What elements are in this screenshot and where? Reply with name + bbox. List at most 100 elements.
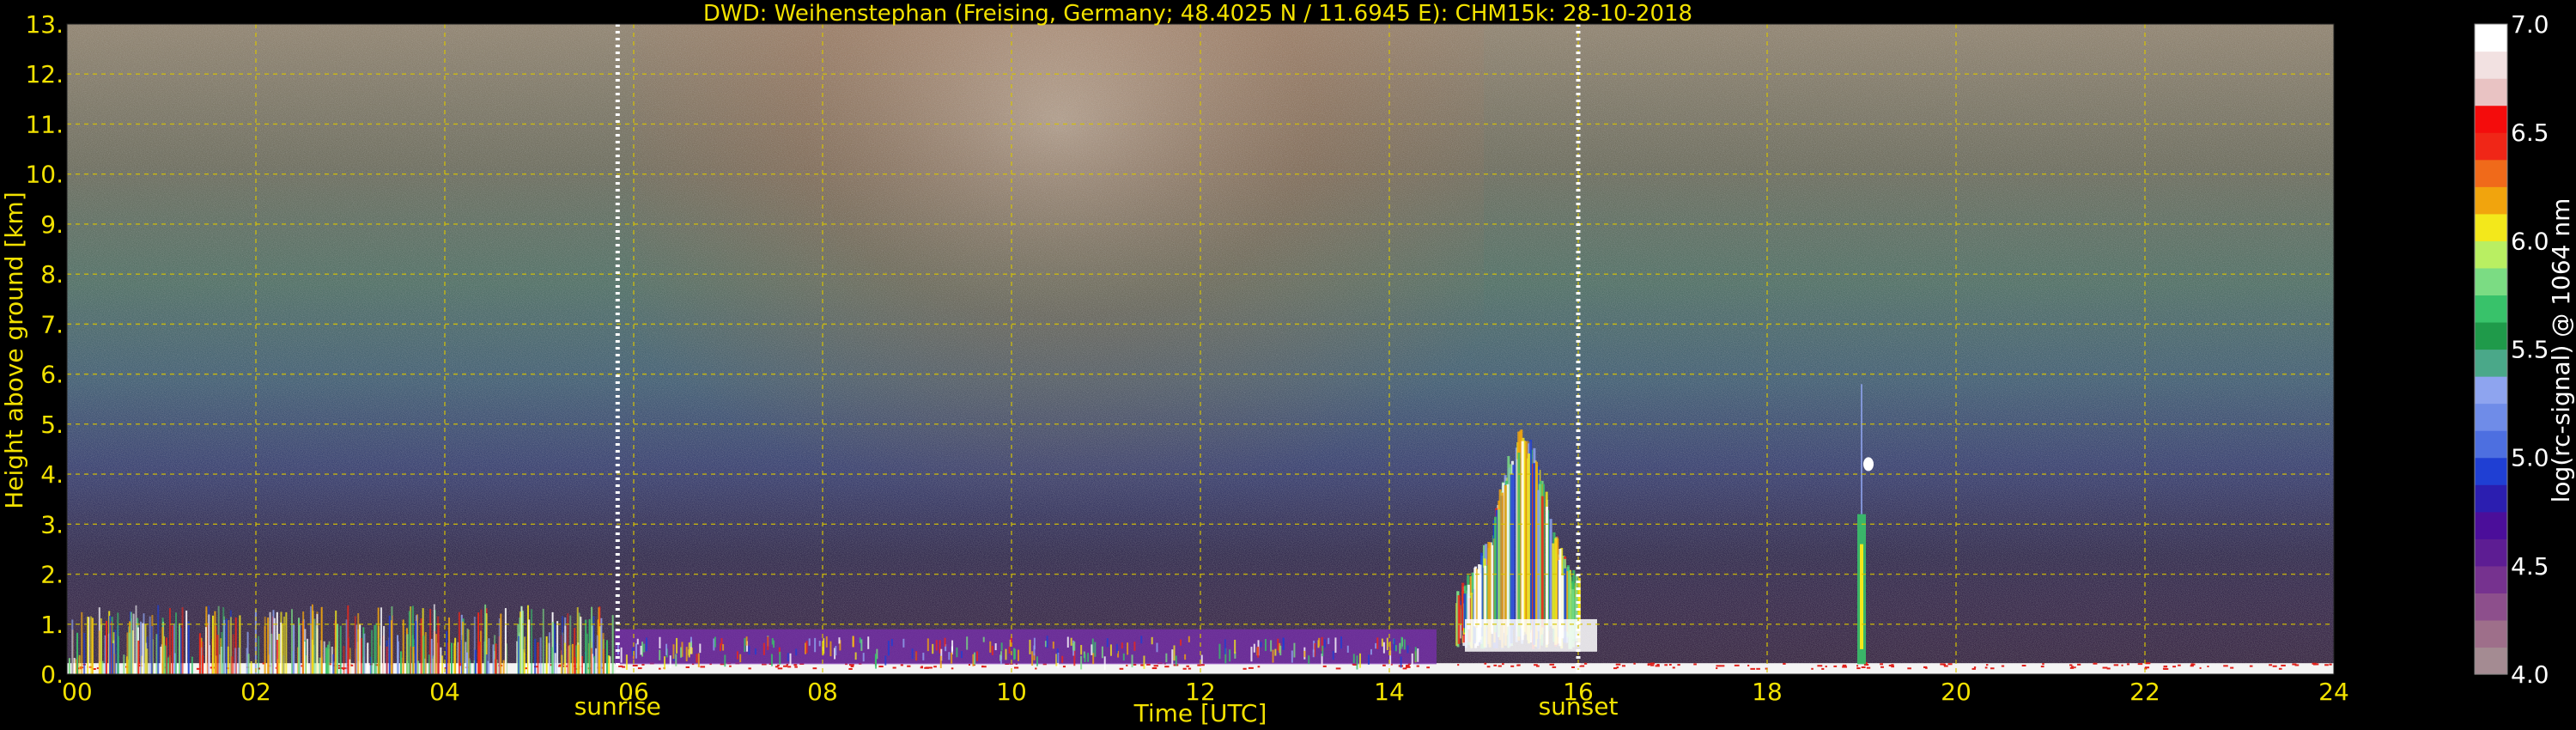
y-tick-label: 3. <box>40 510 64 538</box>
colorbar-segment <box>2475 159 2507 187</box>
residual-layer-streak <box>1109 644 1112 656</box>
residual-layer-streak <box>640 645 642 655</box>
surface-speckle <box>1656 663 1660 666</box>
surface-speckle <box>900 664 903 666</box>
surface-speckle <box>920 666 923 668</box>
surface-speckle <box>1035 667 1037 670</box>
residual-layer-streak <box>1188 636 1190 642</box>
cloud-streak <box>1510 474 1513 644</box>
boundary-layer-streak <box>374 624 376 674</box>
surface-speckle <box>2292 663 2297 666</box>
boundary-layer-streak <box>474 649 477 674</box>
x-tick-label: 10 <box>996 678 1027 706</box>
boundary-layer-streak <box>433 604 435 674</box>
residual-layer-streak <box>1091 644 1093 655</box>
surface-speckle <box>2042 663 2044 666</box>
residual-layer-streak <box>779 651 781 665</box>
residual-layer-streak <box>911 648 914 660</box>
surface-speckle <box>1013 666 1019 669</box>
boundary-layer-streak <box>290 609 293 674</box>
residual-layer-streak <box>1171 649 1174 665</box>
surface-speckle <box>951 667 954 670</box>
residual-layer-streak <box>714 636 716 648</box>
residual-layer-streak <box>1340 636 1343 649</box>
residual-layer-streak <box>739 654 742 663</box>
residual-layer-streak <box>1308 655 1310 665</box>
residual-layer-streak <box>620 647 623 663</box>
surface-speckle <box>1842 664 1847 666</box>
boundary-layer-streak <box>293 624 295 674</box>
residual-layer-streak <box>675 654 677 666</box>
boundary-layer-streak <box>164 645 167 674</box>
residual-layer-streak <box>860 639 863 651</box>
residual-layer-streak <box>690 647 693 654</box>
residual-layer-streak <box>770 654 773 666</box>
boundary-layer-streak <box>325 647 328 674</box>
colorbar-segment <box>2475 430 2507 459</box>
surface-speckle <box>1062 666 1066 668</box>
boundary-layer-streak <box>390 620 392 674</box>
cloud-streak <box>1521 441 1524 641</box>
residual-layer-streak <box>688 649 690 656</box>
surface-speckle <box>848 667 853 670</box>
surface-speckle <box>925 666 929 669</box>
residual-layer-streak <box>982 636 985 642</box>
surface-speckle <box>1615 663 1621 666</box>
boundary-layer-streak <box>258 636 260 674</box>
boundary-layer-streak <box>179 623 181 674</box>
surface-speckle <box>981 665 984 667</box>
cloud-streak <box>1479 564 1482 628</box>
boundary-layer-streak <box>83 632 86 674</box>
residual-layer-streak <box>676 637 678 654</box>
boundary-layer-streak <box>231 656 234 674</box>
x-tick-label: 14 <box>1374 678 1405 706</box>
boundary-layer-streak <box>160 646 162 674</box>
surface-speckle <box>2230 666 2234 669</box>
surface-speckle <box>637 667 642 670</box>
residual-layer-streak <box>1103 656 1106 671</box>
residual-layer-streak <box>1291 650 1293 663</box>
boundary-layer-streak <box>371 630 374 674</box>
boundary-layer-streak <box>608 655 611 674</box>
surface-speckle <box>2163 665 2168 667</box>
residual-layer-streak <box>1274 648 1277 656</box>
surface-speckle <box>1164 666 1170 668</box>
cloud-streak <box>1517 453 1521 637</box>
surface-speckle <box>2074 666 2076 669</box>
x-tick-label: 02 <box>240 678 271 706</box>
surface-speckle <box>2162 667 2167 670</box>
boundary-layer-streak <box>567 613 569 674</box>
residual-layer-streak <box>1036 656 1038 666</box>
y-tick-label: 10. <box>25 161 64 189</box>
residual-layer-streak <box>1414 647 1417 662</box>
residual-layer-streak <box>902 638 905 648</box>
colorbar-tick-label: 6.0 <box>2511 227 2549 255</box>
residual-layer-streak <box>1381 638 1383 647</box>
surface-speckle <box>1734 664 1740 666</box>
boundary-layer-streak <box>363 633 366 674</box>
surface-speckle <box>793 664 796 666</box>
colorbar-tick-label: 4.0 <box>2511 660 2549 689</box>
residual-layer-streak <box>1066 636 1069 648</box>
residual-layer-streak <box>672 644 675 660</box>
boundary-layer-streak <box>537 642 539 674</box>
isolated-cloud-core <box>1860 544 1863 649</box>
residual-layer-streak <box>745 636 748 646</box>
residual-layer-streak <box>1115 643 1118 654</box>
residual-layer-streak <box>991 645 993 655</box>
x-tick-label: 18 <box>1752 678 1783 706</box>
surface-speckle <box>2190 665 2194 667</box>
cloud-streak <box>1527 453 1530 644</box>
residual-layer-streak <box>1229 649 1231 662</box>
surface-speckle <box>907 665 911 667</box>
residual-layer-streak <box>1140 636 1143 644</box>
residual-layer-streak <box>1277 638 1279 651</box>
boundary-layer-streak <box>168 607 171 674</box>
surface-speckle <box>2178 664 2181 666</box>
residual-layer-streak <box>659 636 661 648</box>
cloud-streak <box>1533 463 1536 645</box>
surface-speckle <box>1493 664 1498 666</box>
surface-speckle <box>1621 665 1625 667</box>
boundary-layer-streak <box>269 611 271 674</box>
surface-speckle <box>658 667 661 670</box>
